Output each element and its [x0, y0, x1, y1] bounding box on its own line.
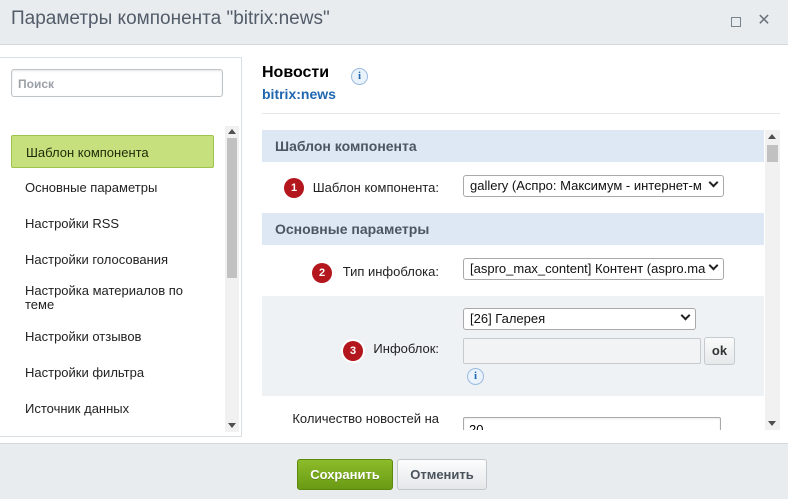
- params-scrollbar[interactable]: [765, 130, 780, 430]
- sidebar-item-voting[interactable]: Настройки голосования: [11, 253, 182, 267]
- save-button[interactable]: Сохранить: [297, 459, 393, 490]
- dialog-footer: Сохранить Отменить: [0, 443, 788, 499]
- component-title: Новости: [262, 64, 330, 81]
- template-select[interactable]: gallery (Аспро: Максимум - интернет-м: [463, 175, 724, 197]
- iblock-type-select[interactable]: [aspro_max_content] Контент (aspro.ma: [463, 258, 724, 280]
- divider: [262, 113, 780, 114]
- sidebar-scroll-thumb[interactable]: [227, 138, 237, 278]
- sidebar-item-related[interactable]: Настройка материалов по теме: [11, 284, 201, 312]
- close-icon[interactable]: ✕: [756, 13, 772, 29]
- sidebar-item-reviews[interactable]: Настройки отзывов: [11, 330, 155, 344]
- iblock-type-select-value: [aspro_max_content] Контент (aspro.ma: [470, 261, 706, 276]
- info-icon[interactable]: i: [467, 368, 484, 385]
- component-code: bitrix:news: [262, 86, 336, 102]
- dialog-title: Параметры компонента "bitrix:news": [11, 8, 330, 29]
- sidebar-item-rss[interactable]: Настройки RSS: [11, 217, 133, 231]
- sidebar-item-data-source[interactable]: Источник данных: [11, 402, 143, 416]
- badge-2: 2: [312, 263, 332, 283]
- badge-3: 3: [343, 341, 363, 361]
- dialog-body: Шаблон компонента Основные параметры Нас…: [0, 45, 788, 443]
- iblock-select[interactable]: [26] Галерея: [463, 308, 696, 330]
- component-header: Новости bitrix:news: [262, 64, 336, 102]
- section-main-header: Основные параметры: [262, 213, 764, 245]
- dialog-titlebar: Параметры компонента "bitrix:news" ✕: [0, 0, 788, 45]
- chevron-down-icon: [708, 260, 719, 271]
- scroll-up-icon[interactable]: [768, 134, 776, 139]
- params-scroll-thumb[interactable]: [767, 145, 778, 162]
- news-count-input[interactable]: 20: [463, 417, 721, 430]
- params-panel: Шаблон компонента 1 Шаблон компонента: g…: [262, 130, 764, 430]
- sidebar-item-main-params[interactable]: Основные параметры: [11, 181, 171, 195]
- scroll-down-icon[interactable]: [768, 421, 776, 426]
- sidebar-scrollbar[interactable]: [225, 126, 239, 432]
- iblock-type-label: Тип инфоблока:: [342, 264, 439, 279]
- sidebar: Шаблон компонента Основные параметры Нас…: [0, 57, 242, 437]
- section-template-header: Шаблон компонента: [262, 130, 764, 162]
- search-input[interactable]: [11, 69, 223, 97]
- sidebar-item-filter[interactable]: Настройки фильтра: [11, 366, 158, 380]
- template-select-value: gallery (Аспро: Максимум - интернет-м: [470, 178, 702, 193]
- sidebar-item-template[interactable]: Шаблон компонента: [11, 135, 214, 168]
- maximize-icon[interactable]: [727, 13, 743, 29]
- iblock-label: Инфоблок:: [373, 341, 439, 356]
- ok-button[interactable]: ok: [704, 337, 735, 365]
- template-label: Шаблон компонента:: [312, 180, 439, 195]
- iblock-select-value: [26] Галерея: [470, 311, 546, 326]
- chevron-down-icon: [708, 177, 719, 188]
- scroll-down-icon[interactable]: [228, 423, 236, 428]
- cancel-button[interactable]: Отменить: [397, 459, 487, 490]
- info-icon[interactable]: i: [351, 68, 368, 85]
- badge-1: 1: [284, 178, 304, 198]
- iblock-id-input[interactable]: [463, 338, 701, 364]
- chevron-down-icon: [680, 310, 691, 321]
- news-count-label: Количество новостей на: [292, 411, 439, 426]
- scroll-up-icon[interactable]: [228, 129, 236, 134]
